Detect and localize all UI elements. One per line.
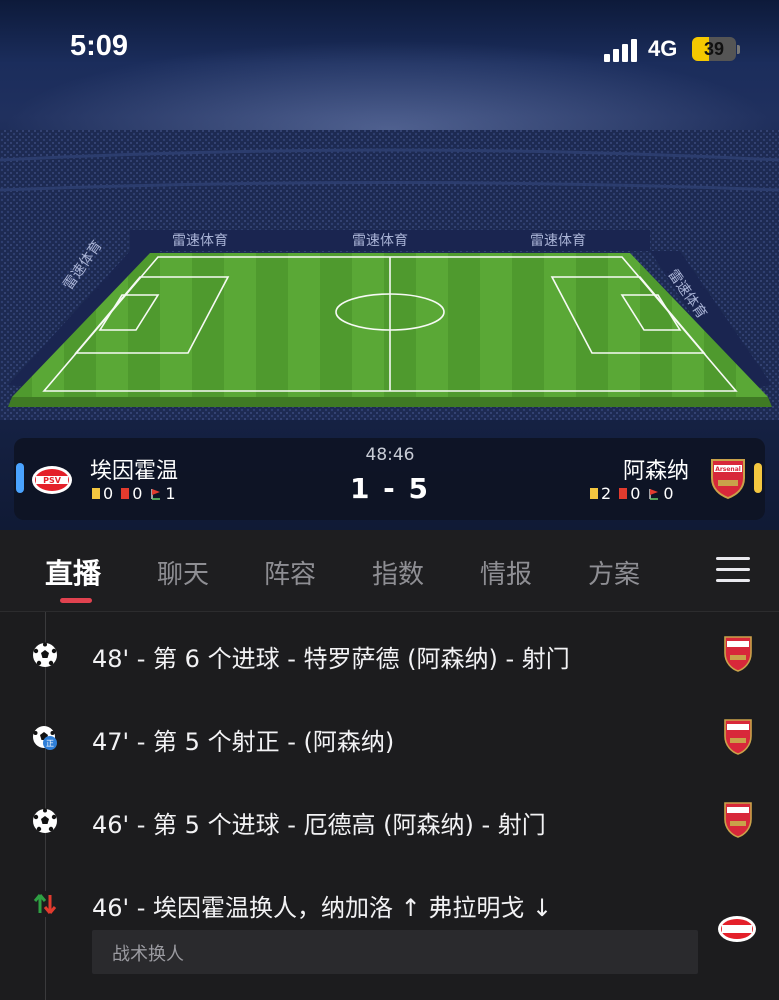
match-clock: 48:46 [365, 445, 415, 465]
soccer-ball-icon [33, 808, 57, 833]
arsenal-badge-icon [724, 719, 752, 755]
status-time: 5:09 [70, 30, 129, 62]
active-tab-indicator [60, 598, 92, 603]
substitution-note: 战术换人 [92, 930, 698, 974]
home-corner-count: 1 [165, 484, 176, 503]
match-tabs: 直播 聊天 阵容 指数 情报 方案 [0, 530, 779, 612]
away-color-indicator [754, 463, 762, 493]
event-item[interactable]: 48' - 第 6 个进球 - 特罗萨德 (阿森纳) - 射门 [0, 625, 779, 685]
corner-flag-icon [151, 488, 161, 500]
home-yellow-count: 0 [103, 484, 114, 503]
home-team-name[interactable]: 埃因霍温 [90, 453, 178, 485]
sponsor-board: 雷速体育 [172, 233, 228, 249]
pitch-illustration [8, 230, 772, 407]
tab-odds[interactable]: 指数 [372, 554, 424, 591]
event-text: 48' - 第 6 个进球 - 特罗萨德 (阿森纳) - 射门 [92, 645, 570, 673]
event-text: 47' - 第 5 个射正 - (阿森纳) [92, 728, 395, 756]
sponsor-board: 雷速体育 [352, 233, 408, 249]
psv-badge-icon [718, 916, 756, 942]
status-bar: 5:09 4G 39 [0, 0, 779, 90]
tab-plans[interactable]: 方案 [588, 554, 640, 591]
battery-icon: 39 [692, 37, 736, 61]
tab-intel[interactable]: 情报 [480, 554, 532, 591]
away-red-count: 0 [630, 484, 641, 503]
away-team-name[interactable]: 阿森纳 [623, 453, 689, 485]
home-color-indicator [16, 463, 24, 493]
home-logo-text: PSV [43, 476, 62, 485]
away-team-stats: 2 0 0 [590, 484, 674, 503]
arsenal-logo-icon: Arsenal [711, 459, 745, 500]
red-card-icon [121, 488, 130, 499]
menu-icon[interactable] [716, 557, 750, 583]
away-yellow-count: 2 [601, 484, 612, 503]
tab-lineup[interactable]: 阵容 [264, 554, 316, 591]
battery-tip [737, 45, 740, 54]
event-text: 46' - 第 5 个进球 - 厄德高 (阿森纳) - 射门 [92, 811, 546, 839]
corner-flag-icon [649, 488, 659, 500]
home-team-stats: 0 0 1 [92, 484, 176, 503]
red-card-icon [619, 488, 628, 499]
yellow-card-icon [590, 488, 598, 499]
soccer-ball-icon [33, 642, 57, 667]
tab-live[interactable]: 直播 [45, 552, 101, 592]
yellow-card-icon [92, 488, 100, 499]
arsenal-badge-icon [724, 636, 752, 672]
battery-level: 39 [703, 39, 725, 59]
substitution-note-text: 战术换人 [112, 944, 184, 965]
sponsor-board: 雷速体育 [530, 233, 586, 249]
substitution-icon [32, 891, 58, 917]
away-logo-text: Arsenal [715, 466, 741, 473]
shot-on-target-icon: 正 [33, 726, 57, 750]
event-text: 46' - 埃因霍温换人，纳加洛 ↑ 弗拉明戈 ↓ [92, 894, 553, 922]
home-red-count: 0 [132, 484, 143, 503]
away-corner-count: 0 [663, 484, 674, 503]
tab-chat[interactable]: 聊天 [157, 554, 209, 591]
arsenal-badge-icon [724, 802, 752, 838]
network-type: 4G [648, 36, 678, 61]
event-item[interactable]: 46' - 第 5 个进球 - 厄德高 (阿森纳) - 射门 [0, 791, 779, 851]
cellular-signal-icon [604, 38, 638, 62]
match-score: 1 - 5 [349, 472, 431, 505]
psv-logo-icon: PSV [32, 466, 72, 494]
svg-text:正: 正 [46, 739, 54, 748]
event-item[interactable]: 正 47' - 第 5 个射正 - (阿森纳) [0, 708, 779, 768]
